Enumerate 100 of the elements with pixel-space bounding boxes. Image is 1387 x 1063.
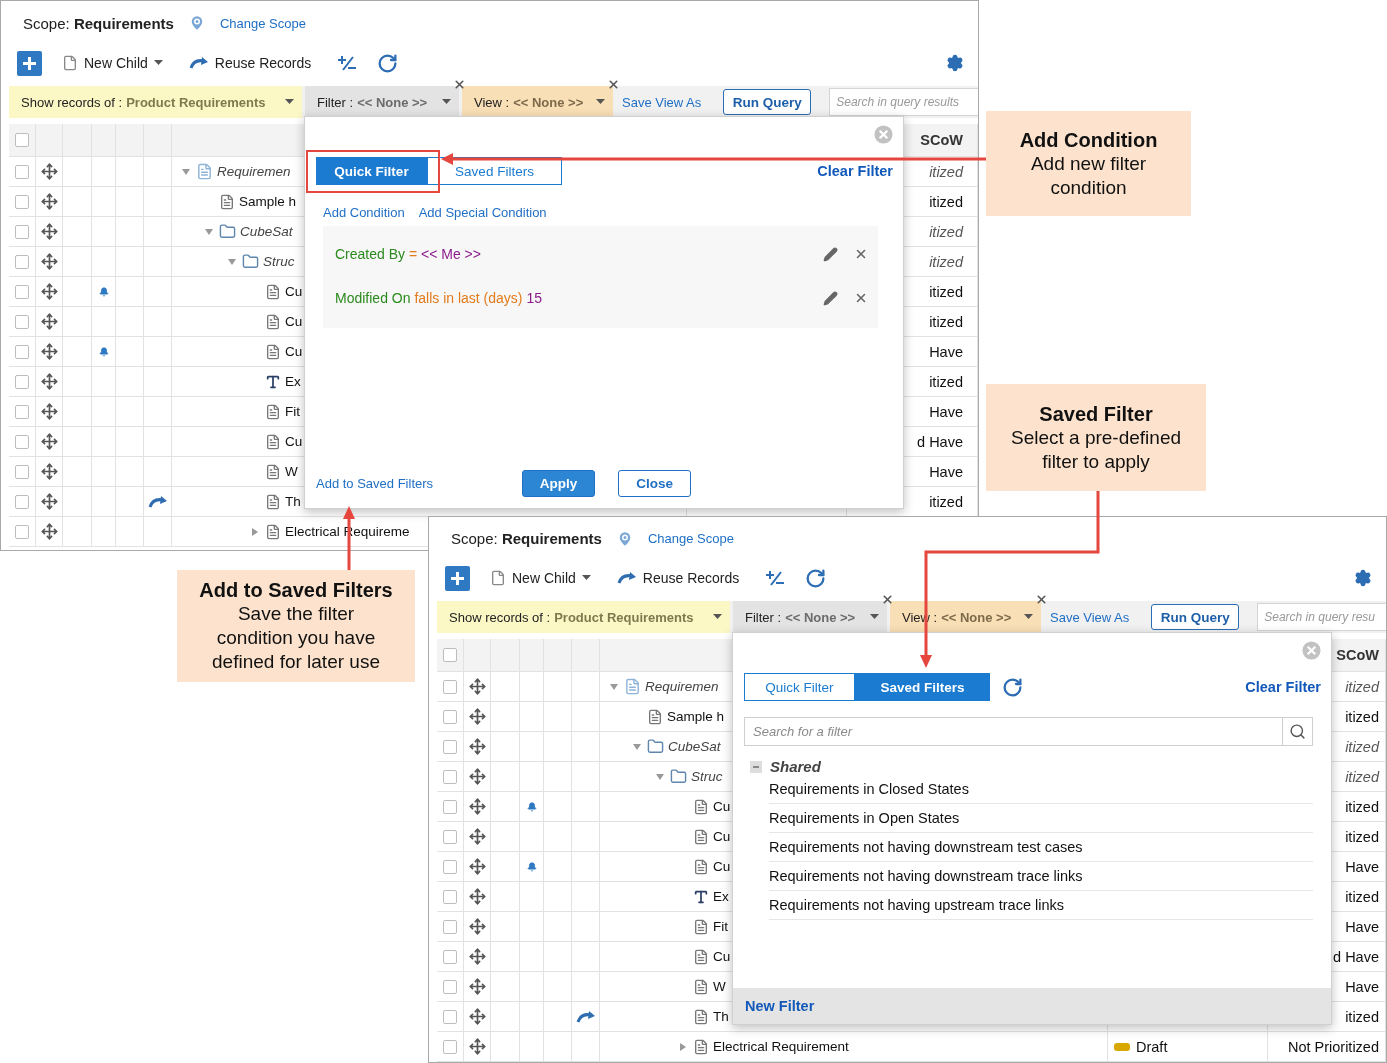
row-title[interactable]: CubeSat <box>240 224 293 239</box>
row-title[interactable]: Sample h <box>667 709 725 724</box>
row-checkbox[interactable] <box>15 464 29 479</box>
row-checkbox[interactable] <box>15 404 29 419</box>
expanded-caret-icon[interactable] <box>227 256 237 267</box>
drag-handle-icon[interactable] <box>468 978 486 995</box>
row-title[interactable]: CubeSat <box>668 739 721 754</box>
refresh-icon[interactable] <box>1002 676 1023 698</box>
drag-handle-icon[interactable] <box>40 343 58 360</box>
add-button[interactable] <box>445 565 470 591</box>
row-title[interactable]: Struc <box>691 769 723 784</box>
row-title[interactable]: Cu <box>285 344 303 359</box>
clear-icon[interactable] <box>1035 593 1048 607</box>
change-scope-link[interactable]: Change Scope <box>219 15 306 31</box>
drag-handle-icon[interactable] <box>40 163 58 180</box>
row-checkbox[interactable] <box>15 494 29 509</box>
delete-icon[interactable] <box>854 291 868 305</box>
change-scope-link[interactable]: Change Scope <box>647 531 734 547</box>
row-title[interactable]: W <box>713 979 726 994</box>
clear-icon[interactable] <box>881 593 894 607</box>
document-icon[interactable] <box>490 570 506 587</box>
row-checkbox[interactable] <box>15 194 29 209</box>
collapsed-caret-icon[interactable] <box>250 526 260 537</box>
expanded-caret-icon[interactable] <box>632 741 642 752</box>
filter-tab[interactable]: Saved Filters <box>427 157 562 185</box>
drag-handle-icon[interactable] <box>40 313 58 330</box>
delete-icon[interactable] <box>854 247 868 261</box>
clear-filter-link[interactable]: Clear Filter <box>1245 679 1321 695</box>
drag-handle-icon[interactable] <box>40 493 58 510</box>
new-child-button[interactable]: New Child <box>62 55 163 71</box>
settings-icon[interactable] <box>946 54 964 72</box>
add-button[interactable] <box>17 50 42 76</box>
drag-handle-icon[interactable] <box>468 678 486 695</box>
plus-minus-icon[interactable] <box>765 569 786 588</box>
records-dropdown[interactable]: Show records of : Product Requirements <box>9 86 302 118</box>
clear-icon[interactable] <box>607 78 620 91</box>
expanded-caret-icon[interactable] <box>181 166 191 177</box>
settings-icon[interactable] <box>1354 569 1372 588</box>
plus-icon[interactable] <box>22 55 37 71</box>
row-title[interactable]: Cu <box>713 859 731 874</box>
row-checkbox[interactable] <box>443 1039 457 1054</box>
row-title[interactable]: Th <box>285 494 301 509</box>
drag-handle-icon[interactable] <box>40 463 58 480</box>
row-title[interactable]: Cu <box>713 829 731 844</box>
clear-icon[interactable] <box>453 78 466 91</box>
drag-handle-icon[interactable] <box>468 1008 486 1025</box>
plus-icon[interactable] <box>450 570 465 586</box>
row-checkbox[interactable] <box>15 314 29 329</box>
drag-handle-icon[interactable] <box>468 888 486 905</box>
save-view-as-link[interactable]: Save View As <box>1050 609 1130 625</box>
run-query-button[interactable]: Run Query <box>723 89 812 115</box>
row-checkbox[interactable] <box>15 344 29 359</box>
row-checkbox[interactable] <box>443 979 457 994</box>
row-checkbox[interactable] <box>443 919 457 934</box>
row-checkbox[interactable] <box>443 799 457 814</box>
filter-dropdown[interactable]: Filter : << None >> <box>733 601 887 633</box>
drag-handle-icon[interactable] <box>40 373 58 390</box>
row-checkbox[interactable] <box>15 524 29 539</box>
drag-handle-icon[interactable] <box>468 858 486 875</box>
expanded-caret-icon[interactable] <box>609 681 619 692</box>
clear-filter-link[interactable]: Clear Filter <box>817 163 893 179</box>
drag-handle-icon[interactable] <box>40 523 58 540</box>
drag-handle-icon[interactable] <box>468 828 486 845</box>
row-checkbox[interactable] <box>443 889 457 904</box>
refresh-icon[interactable] <box>377 52 399 74</box>
select-all-checkbox[interactable] <box>15 133 29 147</box>
drag-handle-icon[interactable] <box>468 948 486 965</box>
column-header[interactable]: SCoW <box>920 132 963 148</box>
select-all-checkbox[interactable] <box>443 648 457 662</box>
edit-icon[interactable] <box>823 246 838 262</box>
document-icon[interactable] <box>62 55 78 71</box>
reuse-records-button[interactable]: Reuse Records <box>616 570 740 587</box>
drag-handle-icon[interactable] <box>40 283 58 300</box>
row-checkbox[interactable] <box>15 374 29 389</box>
add-condition-link[interactable]: Add Special Condition <box>418 205 547 220</box>
row-checkbox[interactable] <box>15 164 29 179</box>
drag-handle-icon[interactable] <box>468 708 486 725</box>
row-title[interactable]: Struc <box>263 254 295 269</box>
row-checkbox[interactable] <box>15 224 29 239</box>
row-title[interactable]: Requiremen <box>645 679 719 694</box>
collapsed-caret-icon[interactable] <box>678 1041 688 1052</box>
row-checkbox[interactable] <box>443 949 457 964</box>
new-filter-link[interactable]: New Filter <box>745 998 815 1014</box>
row-checkbox[interactable] <box>443 739 457 754</box>
row-checkbox[interactable] <box>443 1009 457 1024</box>
row-title[interactable]: Sample h <box>239 194 297 209</box>
saved-filter-item[interactable]: Requirements in Closed States <box>769 775 1313 804</box>
row-title[interactable]: Ex <box>713 889 729 904</box>
run-query-button[interactable]: Run Query <box>1151 604 1240 630</box>
drag-handle-icon[interactable] <box>40 403 58 420</box>
new-child-button[interactable]: New Child <box>490 570 591 587</box>
filter-tab[interactable]: Quick Filter <box>744 673 855 701</box>
row-title[interactable]: Th <box>713 1009 729 1024</box>
save-view-as-link[interactable]: Save View As <box>622 94 702 110</box>
saved-filter-item[interactable]: Requirements not having downstream test cases <box>769 833 1313 862</box>
query-search-field[interactable]: Search in query results <box>829 88 978 116</box>
column-header[interactable]: SCoW <box>1336 647 1379 663</box>
drag-handle-icon[interactable] <box>468 738 486 755</box>
row-title[interactable]: Cu <box>713 799 731 814</box>
filter-tab[interactable]: Saved Filters <box>855 673 990 701</box>
